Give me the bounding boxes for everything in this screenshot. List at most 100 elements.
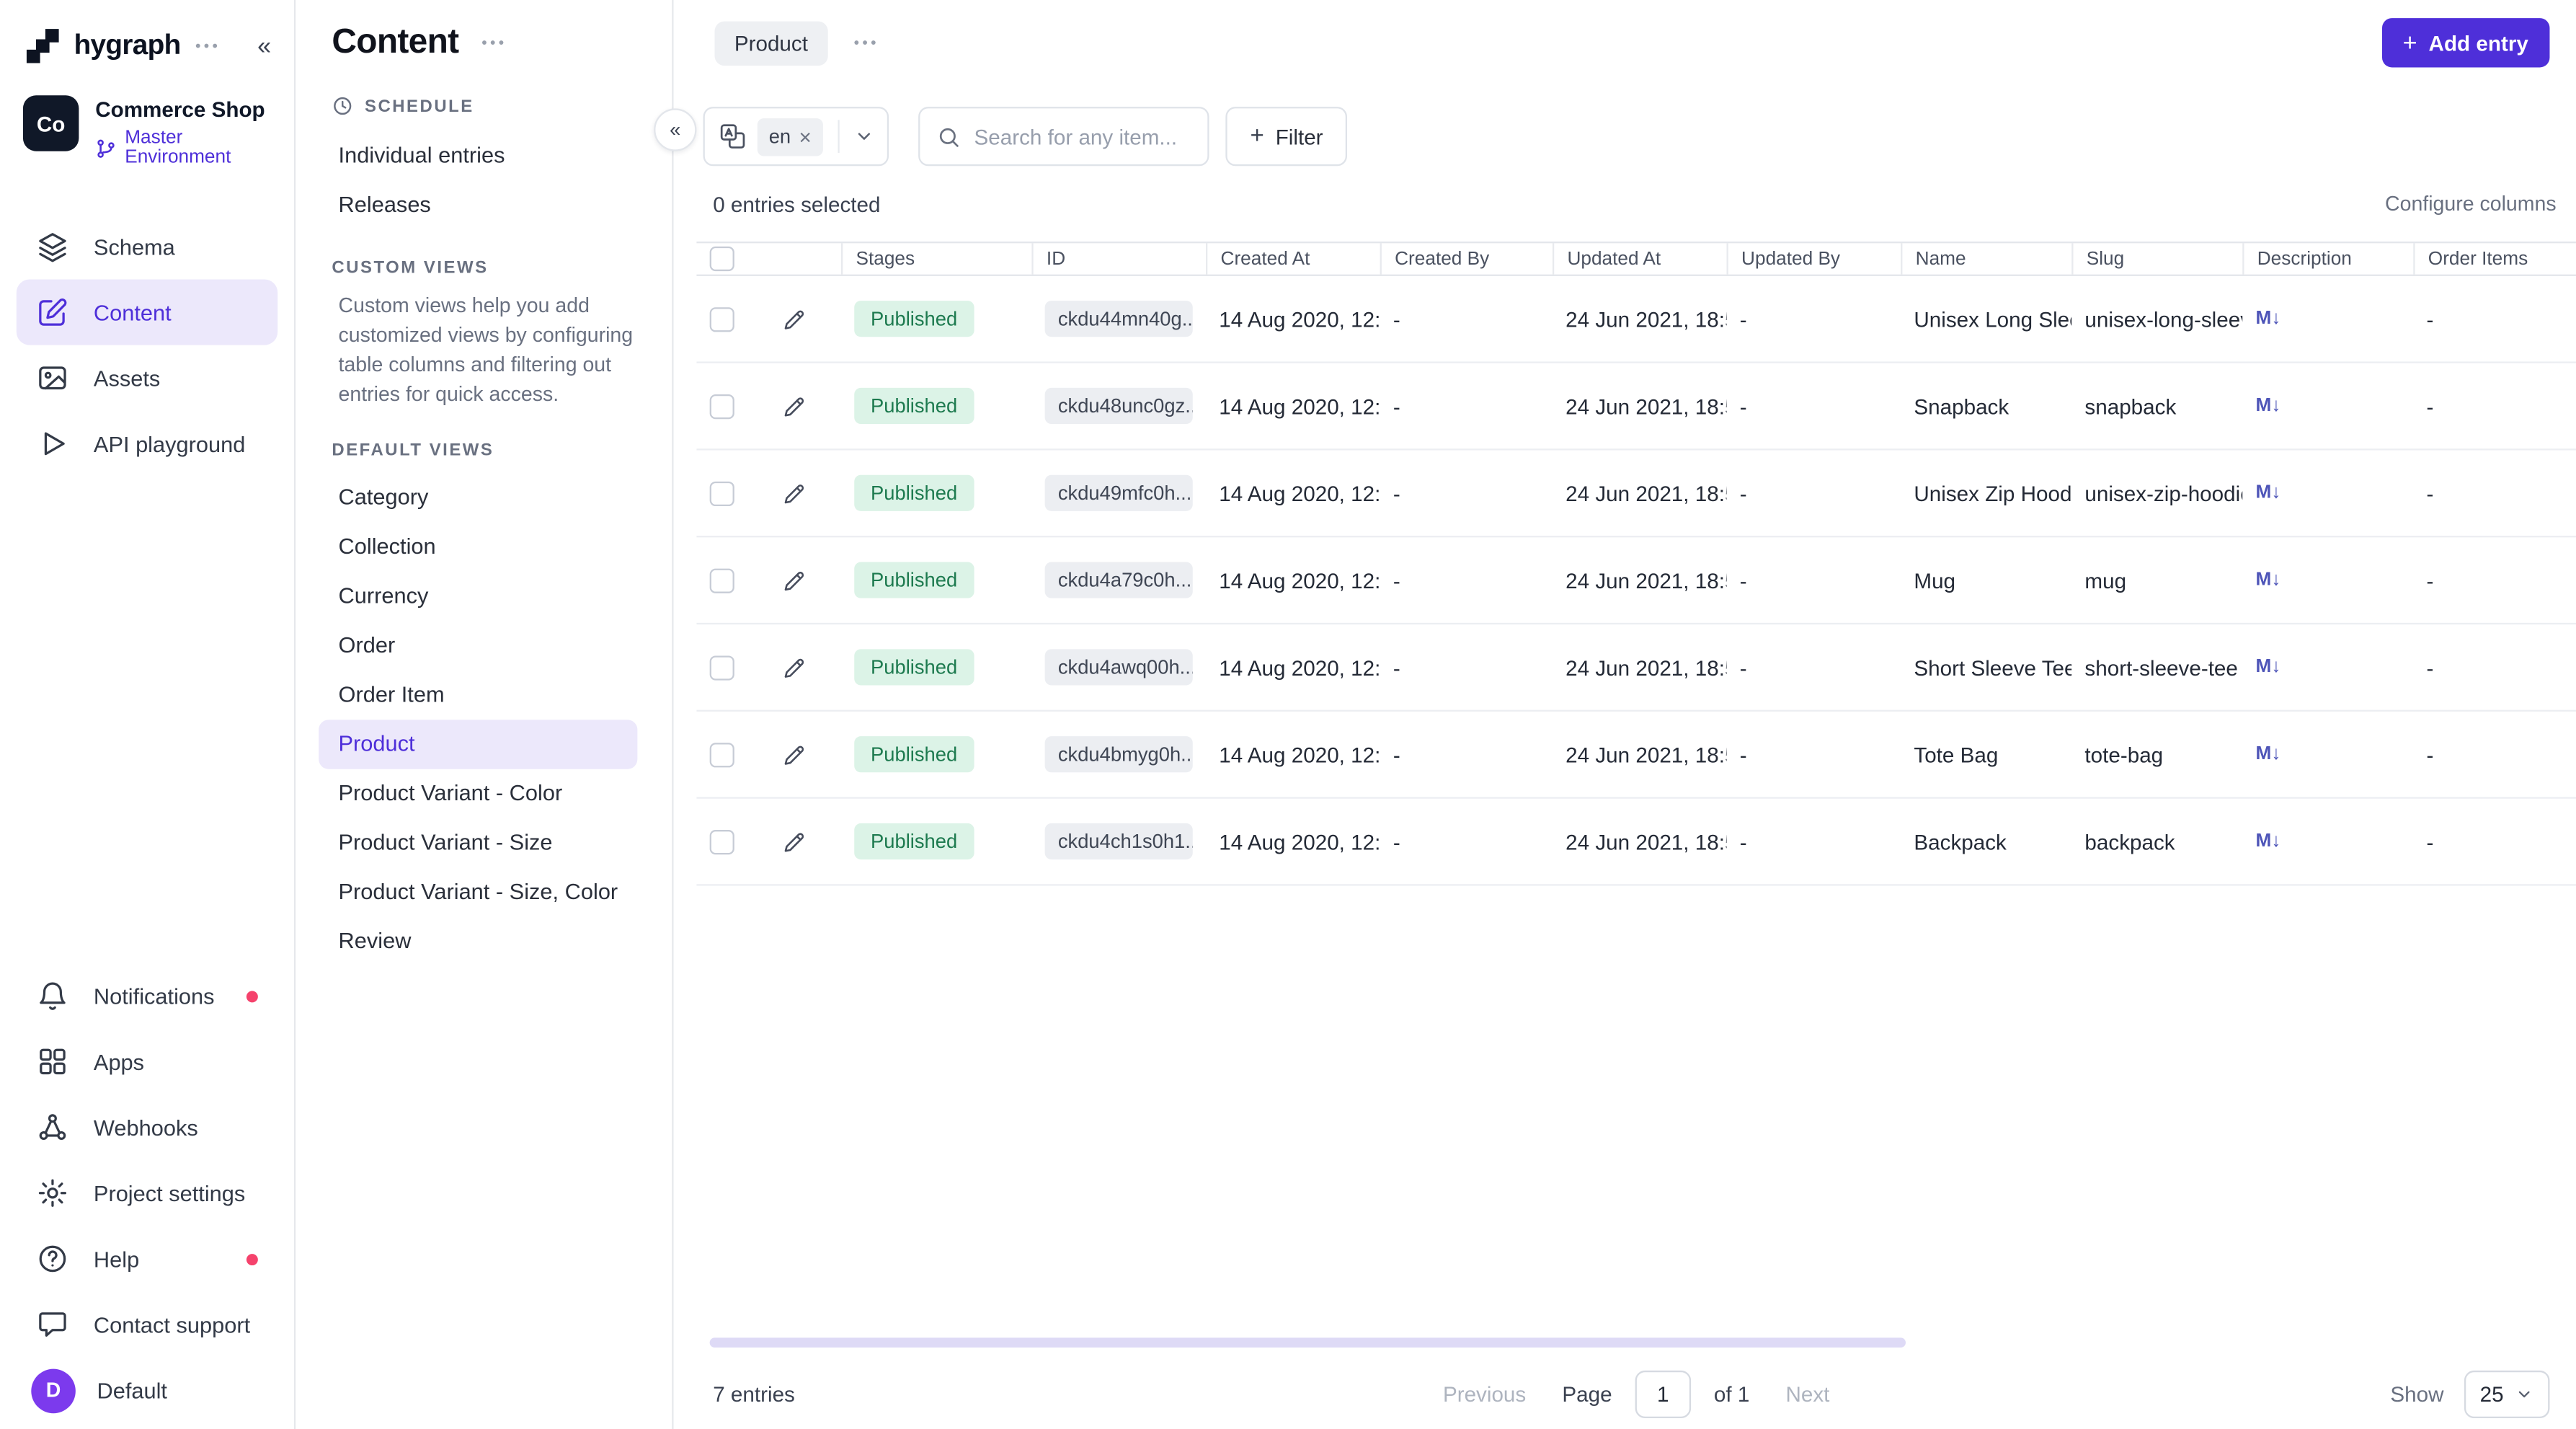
sidebar-item-user-default[interactable]: D Default [17,1358,277,1423]
configure-columns-link[interactable]: Configure columns [2385,193,2557,216]
column-header-updated-at: Updated At [1553,243,1727,274]
sidebar-more-icon[interactable]: ••• [195,37,221,54]
row-checkbox[interactable] [709,742,734,766]
sidebar-item-api-playground[interactable]: API playground [17,411,277,477]
default-views-list: Category Collection Currency Order Order… [319,472,649,965]
edit-entry-button[interactable] [770,383,817,429]
edit-entry-button[interactable] [770,557,817,603]
view-item[interactable]: Order Item [319,670,637,719]
previous-button[interactable]: Previous [1443,1381,1526,1406]
edit-entry-button[interactable] [770,644,817,690]
created-by-cell: - [1380,799,1553,885]
created-at-cell: 14 Aug 2020, 12:5 [1206,712,1380,797]
help-badge [247,1253,258,1265]
entry-id-chip: ckdu49mfc0h... [1045,475,1193,511]
table-row[interactable]: Published ckdu48unc0gz... 14 Aug 2020, 1… [696,363,2576,451]
sidebar-item-assets[interactable]: Assets [17,345,277,411]
search-box[interactable] [918,107,1209,166]
row-checkbox[interactable] [709,306,734,331]
table-row[interactable]: Published ckdu4ch1s0h1... 14 Aug 2020, 1… [696,799,2576,886]
created-at-cell: 14 Aug 2020, 12:5 [1206,624,1380,710]
updated-by-cell: - [1727,799,1901,885]
created-by-cell: - [1380,537,1553,623]
view-item[interactable]: Collection [319,522,637,571]
view-item[interactable]: Product Variant - Size [319,818,637,867]
entry-id-chip: ckdu4ch1s0h1... [1045,823,1193,859]
edit-entry-button[interactable] [770,470,817,516]
edit-icon [36,296,69,329]
updated-by-cell: - [1727,712,1901,797]
table-row[interactable]: Published ckdu49mfc0h... 14 Aug 2020, 12… [696,451,2576,538]
view-item-individual-entries[interactable]: Individual entries [319,130,637,179]
row-checkbox[interactable] [709,829,734,854]
slug-cell: backpack [2071,799,2242,885]
collapse-views-button[interactable]: « [654,108,696,151]
updated-at-cell: 24 Jun 2021, 18:5 [1553,451,1727,536]
table-row[interactable]: Published ckdu4bmyg0h... 14 Aug 2020, 12… [696,712,2576,799]
column-header-id: ID [1031,243,1206,274]
row-checkbox[interactable] [709,567,734,592]
markdown-icon: M↓ [2255,483,2280,503]
sidebar-item-content[interactable]: Content [17,279,277,345]
select-all-checkbox[interactable] [709,247,734,271]
edit-entry-button[interactable] [770,731,817,777]
edit-entry-button[interactable] [770,818,817,864]
view-item[interactable]: Product [319,719,637,768]
project-switcher[interactable]: Co Commerce Shop Master Environment [0,82,294,190]
page-size-select[interactable]: 25 [2464,1370,2550,1417]
remove-locale-icon[interactable]: × [799,125,812,147]
row-checkbox[interactable] [709,655,734,679]
collapse-sidebar-icon[interactable]: « [257,34,271,58]
created-by-cell: - [1380,451,1553,536]
sidebar-item-project-settings[interactable]: Project settings [17,1160,277,1226]
sidebar-item-help[interactable]: Help [17,1226,277,1291]
stage-badge: Published [854,475,974,511]
updated-at-cell: 24 Jun 2021, 18:5 [1553,799,1727,885]
pagination: Previous Page of 1 Next [1443,1370,1829,1417]
pencil-icon [780,828,808,856]
views-more-icon[interactable]: ••• [481,35,507,51]
view-item[interactable]: Currency [319,571,637,620]
sidebar-item-contact-support[interactable]: Contact support [17,1292,277,1358]
add-entry-button[interactable]: + Add entry [2381,18,2549,67]
view-item[interactable]: Category [319,472,637,521]
page-input[interactable] [1635,1370,1691,1417]
locale-chip[interactable]: en × [758,118,823,155]
sidebar-item-notifications[interactable]: Notifications [17,963,277,1029]
pencil-icon [780,479,808,507]
entry-id-chip: ckdu4a79c0h... [1045,562,1193,598]
tab-more-icon[interactable]: ••• [854,35,879,51]
model-tab-product[interactable]: Product [714,20,827,65]
stage-badge: Published [854,649,974,685]
table-row[interactable]: Published ckdu44mn40g... 14 Aug 2020, 12… [696,276,2576,363]
updated-at-cell: 24 Jun 2021, 18:5 [1553,276,1727,362]
locale-filter[interactable]: en × [703,107,889,166]
created-by-cell: - [1380,363,1553,449]
view-item[interactable]: Order [319,620,637,669]
view-item[interactable]: Product Variant - Color [319,769,637,818]
views-panel: Content ••• SCHEDULE Individual entries … [296,0,673,1429]
table-row[interactable]: Published ckdu4awq00h... 14 Aug 2020, 12… [696,624,2576,712]
name-cell: Backpack [1901,799,2071,885]
table-row[interactable]: Published ckdu4a79c0h... 14 Aug 2020, 12… [696,537,2576,624]
chevron-down-icon[interactable] [854,127,874,146]
edit-entry-button[interactable] [770,296,817,342]
row-checkbox[interactable] [709,394,734,418]
chat-icon [36,1308,69,1341]
view-item[interactable]: Product Variant - Size, Color [319,867,637,916]
sidebar-item-apps[interactable]: Apps [17,1029,277,1094]
slug-cell: unisex-long-sleeve [2071,276,2242,362]
order-items-cell: - [2413,624,2576,710]
sidebar-item-webhooks[interactable]: Webhooks [17,1094,277,1160]
entry-id-chip: ckdu44mn40g... [1045,301,1193,337]
sidebar-item-schema[interactable]: Schema [17,213,277,279]
order-items-cell: - [2413,276,2576,362]
search-input[interactable] [974,124,1191,149]
next-button[interactable]: Next [1785,1381,1829,1406]
view-item[interactable]: Review [319,916,637,965]
filter-button[interactable]: + Filter [1225,107,1347,166]
stage-badge: Published [854,562,974,598]
row-checkbox[interactable] [709,481,734,505]
view-item-releases[interactable]: Releases [319,179,637,228]
horizontal-scrollbar[interactable] [710,1337,1906,1348]
